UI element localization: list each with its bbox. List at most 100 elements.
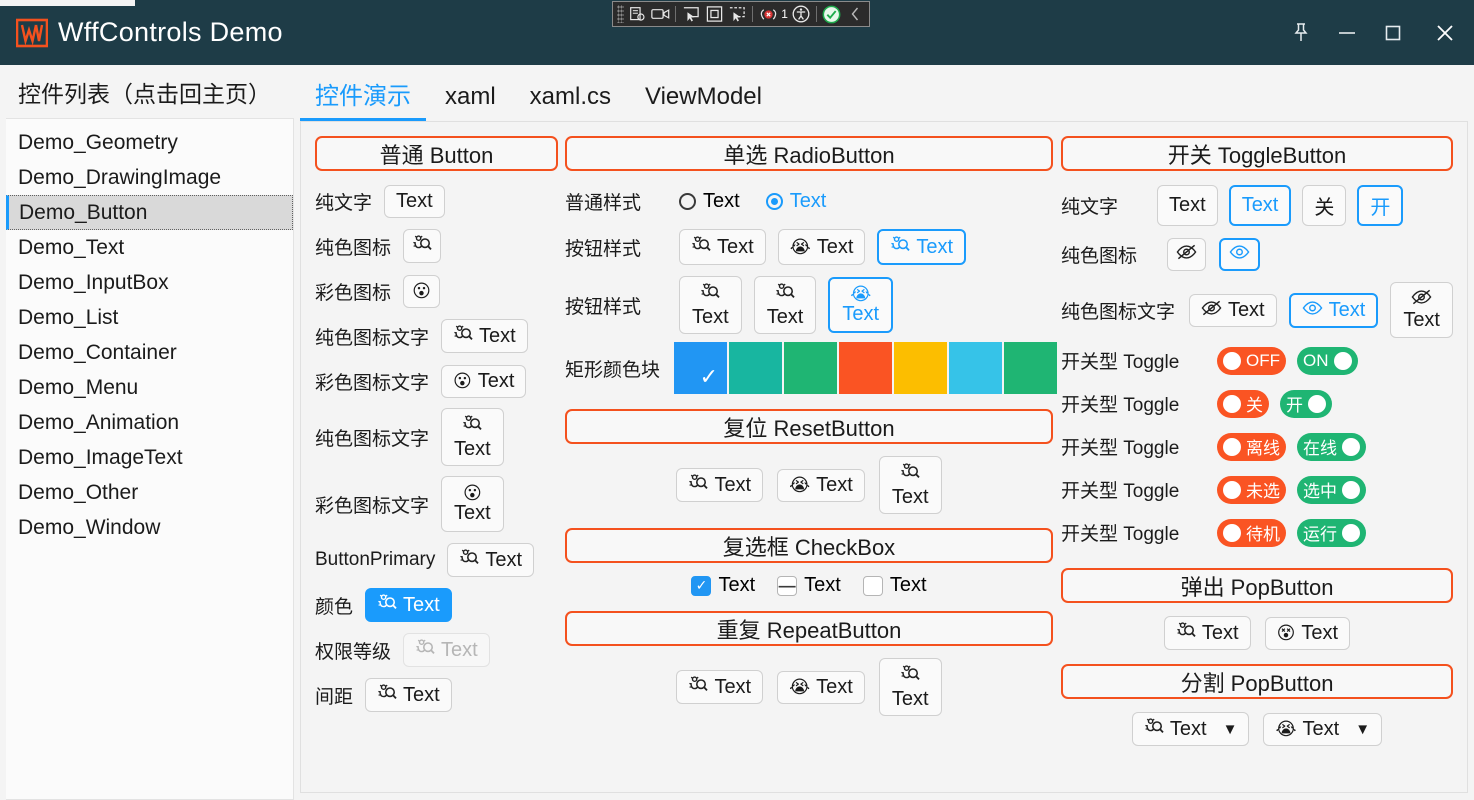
button-label: Text [454,439,491,460]
checkbox[interactable]: Text [863,574,927,597]
button-demo-row: 彩色图标文字😮Text [315,473,558,535]
chevron-down-icon[interactable]: ▼ [1355,721,1370,738]
demo-button[interactable]: Text [441,319,528,353]
button-label: Text [478,370,515,393]
demo-button[interactable]: 😭Text [828,277,893,333]
demo-button[interactable]: Text [365,588,452,622]
toggle-switch-off[interactable]: OFF [1217,347,1286,375]
color-swatch[interactable] [784,342,837,394]
pin-icon[interactable] [1278,9,1324,57]
toggle-switch-on[interactable]: 在线 [1297,433,1366,461]
demo-button[interactable]: 😮Text [441,476,504,532]
demo-button[interactable]: Text [676,670,763,704]
color-swatch[interactable] [729,342,782,394]
sidebar-item-demo-geometry[interactable]: Demo_Geometry [6,125,293,160]
demo-button[interactable]: Text [447,543,534,577]
demo-button[interactable]: 😭Text [777,469,865,502]
color-swatch[interactable] [949,342,1002,394]
toggle-switch-off[interactable]: 离线 [1217,433,1286,461]
toggle-switch-off[interactable]: 待机 [1217,519,1286,547]
demo-button[interactable] [1219,238,1260,271]
sidebar-item-demo-list[interactable]: Demo_List [6,300,293,335]
sidebar-item-demo-animation[interactable]: Demo_Animation [6,405,293,440]
color-swatch[interactable]: ✓ [674,342,727,394]
demo-button[interactable]: Text [384,185,445,218]
tab-[interactable]: 控件演示 [300,76,426,121]
demo-button[interactable]: Text [403,633,490,667]
demo-button[interactable]: 😮 [403,275,440,308]
tab-xaml.cs[interactable]: xaml.cs [515,83,626,121]
check-ok-icon[interactable] [822,3,842,25]
sidebar-header[interactable]: 控件列表（点击回主页） [6,65,294,118]
sidebar-item-demo-imagetext[interactable]: Demo_ImageText [6,440,293,475]
demo-button[interactable]: Text [1157,185,1218,226]
settings-record-icon[interactable] [627,3,647,25]
sidebar-item-demo-menu[interactable]: Demo_Menu [6,370,293,405]
radio-button[interactable]: Text [679,190,740,213]
demo-button[interactable]: Text [1164,616,1251,650]
error-bug-icon[interactable] [758,3,778,25]
demo-button[interactable]: Text [1390,282,1453,338]
demo-button[interactable]: Text [879,456,942,514]
demo-button[interactable]: 开 [1357,185,1403,226]
demo-button[interactable]: Text [754,276,817,334]
demo-button[interactable]: Text [676,468,763,502]
chevron-down-icon[interactable]: ▼ [1223,721,1238,738]
bug-search-icon [775,282,795,306]
demo-button[interactable]: Text▼ [1132,712,1250,746]
demo-button[interactable]: Text [365,678,452,712]
eye-off-icon [1411,289,1432,309]
demo-button[interactable]: 😮Text [441,365,526,398]
chevron-left-icon[interactable] [845,3,865,25]
demo-button[interactable]: 😭Text▼ [1263,713,1382,746]
toggle-switch-on[interactable]: 选中 [1297,476,1366,504]
radio-button[interactable]: Text [766,190,827,213]
sidebar-item-demo-other[interactable]: Demo_Other [6,475,293,510]
sidebar-item-demo-button[interactable]: Demo_Button [6,195,293,230]
sidebar-item-demo-text[interactable]: Demo_Text [6,230,293,265]
sidebar-item-demo-inputbox[interactable]: Demo_InputBox [6,265,293,300]
color-swatch[interactable] [839,342,892,394]
demo-button[interactable]: 😭Text [777,671,865,704]
checkbox[interactable]: —Text [777,574,841,597]
demo-button[interactable]: Text [1189,294,1277,327]
minimize-icon[interactable] [1324,9,1370,57]
toggle-switch-on[interactable]: ON [1297,347,1358,375]
region-capture-icon[interactable] [704,3,724,25]
demo-button[interactable]: Text [1229,185,1292,226]
toggle-switch-label-text: 未选 [1246,477,1280,502]
demo-button[interactable]: Text [1289,293,1379,328]
demo-button[interactable] [1167,238,1206,271]
accessibility-icon[interactable] [791,3,811,25]
demo-button[interactable]: Text [879,658,942,716]
sidebar-item-demo-drawingimage[interactable]: Demo_DrawingImage [6,160,293,195]
window-capture-icon[interactable] [727,3,747,25]
close-icon[interactable] [1416,9,1474,57]
toggle-switch-on[interactable]: 运行 [1297,519,1366,547]
sidebar-item-demo-window[interactable]: Demo_Window [6,510,293,545]
checkbox[interactable]: ✓Text [691,574,755,597]
toggle-switch-off[interactable]: 关 [1217,390,1269,418]
drag-grip-icon[interactable] [617,5,624,23]
demo-button[interactable]: 关 [1302,185,1346,226]
demo-button[interactable]: 😭Text [778,229,866,265]
demo-button[interactable]: Text [679,229,766,265]
demo-button[interactable]: 😵Text [1265,617,1350,650]
maximize-icon[interactable] [1370,9,1416,57]
tab-viewmodel[interactable]: ViewModel [630,83,777,121]
color-swatch[interactable] [894,342,947,394]
demo-button[interactable]: Text [877,229,966,265]
toggle-switch-off[interactable]: 未选 [1217,476,1286,504]
tab-xaml[interactable]: xaml [430,83,511,121]
screen-recorder-toolbar[interactable]: 1 [612,1,870,27]
camera-icon[interactable] [650,3,670,25]
toggle-switch-label-text: OFF [1246,351,1280,371]
cursor-capture-icon[interactable] [681,3,701,25]
demo-button[interactable] [403,229,441,263]
color-swatch[interactable] [1004,342,1057,394]
demo-button[interactable]: Text [679,276,742,334]
toggle-switch-on[interactable]: 开 [1280,390,1332,418]
radio-button-group: Text 😭Text Text [679,229,966,265]
demo-button[interactable]: Text [441,408,504,466]
sidebar-item-demo-container[interactable]: Demo_Container [6,335,293,370]
